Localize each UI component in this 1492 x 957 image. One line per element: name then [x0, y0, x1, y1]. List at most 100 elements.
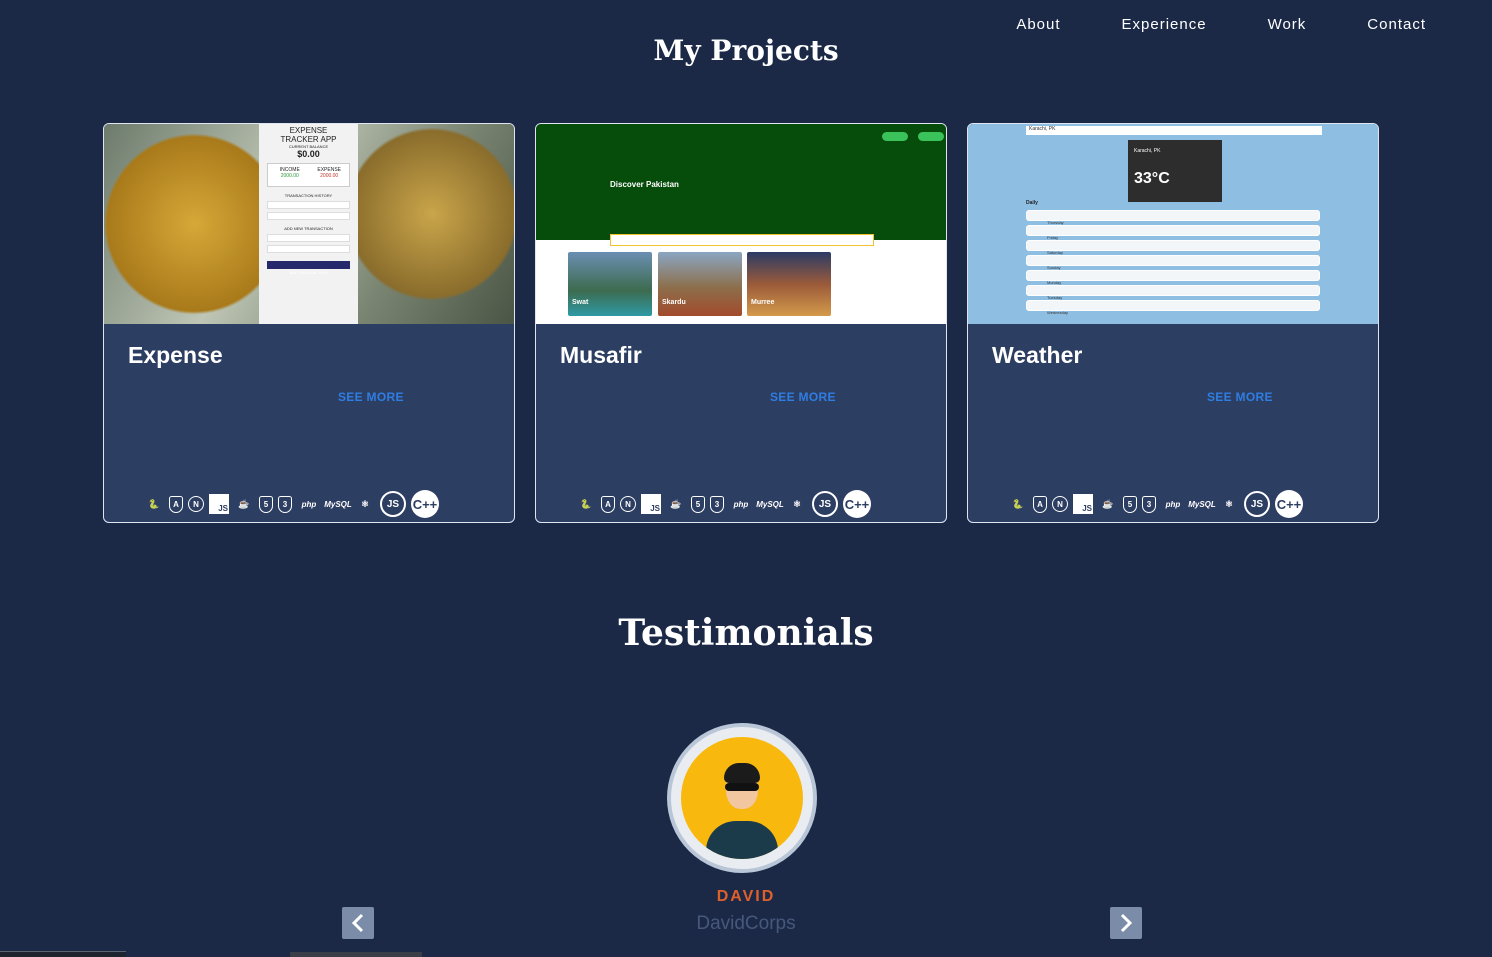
musafir-headline: Discover Pakistan [610, 180, 679, 189]
expense-balance: $0.00 [297, 149, 320, 159]
js-icon: JS [1073, 494, 1093, 514]
expense-income-value: 2000.00 [280, 173, 299, 179]
musafir-places-preview: Swat Skardu Murree [536, 240, 946, 324]
weather-day-label: Wednesday [1047, 310, 1069, 315]
expense-history-row [267, 201, 350, 209]
card-title: Musafir [560, 342, 642, 368]
nodejs-icon: JS [812, 491, 838, 517]
mysql-icon: MySQL [324, 499, 352, 509]
see-more-link[interactable]: SEE MORE [338, 390, 404, 404]
expense-input-row [267, 234, 350, 242]
testimonial-avatar [667, 723, 817, 873]
nav-about[interactable]: About [1016, 16, 1060, 33]
react-icon: ⚛ [1224, 498, 1234, 509]
musafir-register-pill [882, 132, 908, 141]
nav-work[interactable]: Work [1268, 16, 1307, 33]
weather-search-preview: Karachi, PK [1026, 126, 1322, 135]
js-icon: JS [641, 494, 661, 514]
python-icon: 🐍 [148, 498, 160, 509]
avatar-image [681, 737, 803, 859]
nodejs-icon: JS [380, 491, 406, 517]
java-icon: ☕ [1102, 498, 1114, 509]
card-title: Weather [992, 342, 1083, 368]
prev-testimonial-button[interactable] [342, 907, 374, 939]
tech-icons: 🐍 A N JS ☕ 5 3 php MySQL ⚛ JS C++ [1008, 490, 1303, 518]
weather-search-text: Karachi, PK [1029, 126, 1056, 132]
weather-city: Karachi, PK [1134, 148, 1161, 154]
expense-add-button-preview: ADD TRANSACTION [267, 261, 350, 275]
weather-thumbnail: Karachi, PK Karachi, PK 33°C Daily Thurs… [968, 124, 1378, 324]
chevron-right-icon [1120, 913, 1133, 933]
tech-icons: 🐍 A N JS ☕ 5 3 php MySQL ⚛ JS C++ [576, 490, 871, 518]
java-icon: ☕ [238, 498, 250, 509]
expense-add-button-label: ADD TRANSACTION [289, 270, 328, 275]
testimonials-title: Testimonials [618, 612, 874, 654]
expense-thumbnail: EXPENSE TRACKER APP CURRENT BALANCE $0.0… [104, 124, 514, 324]
cpp-icon: C++ [411, 490, 439, 518]
react-icon: ⚛ [792, 498, 802, 509]
chevron-left-icon [351, 913, 364, 933]
python-icon: 🐍 [1012, 498, 1024, 509]
weather-day-row: Wednesday [1026, 300, 1320, 315]
php-icon: php [1165, 499, 1181, 509]
weather-daily-label: Daily [1026, 200, 1038, 206]
mysql-icon: MySQL [1188, 499, 1216, 509]
see-more-link[interactable]: SEE MORE [770, 390, 836, 404]
see-more-link[interactable]: SEE MORE [1207, 390, 1273, 404]
projects-title: My Projects [653, 34, 839, 67]
weather-day-row: Friday [1026, 225, 1320, 240]
project-card-weather: Karachi, PK Karachi, PK 33°C Daily Thurs… [967, 123, 1379, 523]
css3-icon: 3 [710, 495, 724, 513]
next-testimonial-button[interactable] [1110, 907, 1142, 939]
avatar-hair [724, 763, 760, 783]
expense-input-row [267, 245, 350, 253]
nextjs-icon: N [620, 496, 636, 512]
expense-app-title-1: EXPENSE [289, 126, 328, 135]
nextjs-icon: N [1052, 496, 1068, 512]
cpp-icon: C++ [1275, 490, 1303, 518]
html5-icon: 5 [259, 495, 273, 513]
musafir-hero-preview: Discover Pakistan [536, 124, 946, 240]
js-icon: JS [209, 494, 229, 514]
project-cards: EXPENSE TRACKER APP CURRENT BALANCE $0.0… [103, 123, 1379, 523]
cpp-icon: C++ [843, 490, 871, 518]
expense-add-label: ADD NEW TRANSACTION [284, 226, 333, 231]
place-swat: Swat [568, 252, 652, 316]
horizontal-scrollbar[interactable] [290, 952, 422, 957]
react-icon: ⚛ [360, 498, 370, 509]
php-icon: php [301, 499, 317, 509]
weather-temperature: 33°C [1134, 170, 1170, 187]
testimonial-name: DAVID [716, 888, 776, 905]
nav-experience[interactable]: Experience [1122, 16, 1207, 33]
nextjs-icon: N [188, 496, 204, 512]
avatar-body [706, 821, 778, 859]
expense-expense-value: 2000.00 [320, 173, 339, 179]
php-icon: php [733, 499, 749, 509]
project-card-expense: EXPENSE TRACKER APP CURRENT BALANCE $0.0… [103, 123, 515, 523]
musafir-thumbnail: Discover Pakistan Swat Skardu Murree [536, 124, 946, 324]
place-label: Murree [751, 299, 775, 306]
expense-history-label: TRANSACTION HISTORY [284, 193, 333, 198]
nodejs-icon: JS [1244, 491, 1270, 517]
html5-icon: 5 [1123, 495, 1137, 513]
card-title: Expense [128, 342, 223, 368]
expense-app-preview: EXPENSE TRACKER APP CURRENT BALANCE $0.0… [259, 124, 358, 324]
mysql-icon: MySQL [756, 499, 784, 509]
css3-icon: 3 [278, 495, 292, 513]
musafir-search-bar-preview [610, 234, 874, 246]
angular-icon: A [169, 495, 183, 513]
nav-contact[interactable]: Contact [1367, 16, 1426, 33]
place-murree: Murree [747, 252, 831, 316]
musafir-login-pill [918, 132, 944, 141]
weather-current-box: Karachi, PK 33°C [1128, 140, 1222, 202]
weather-day-row: Saturday [1026, 240, 1320, 255]
place-label: Skardu [662, 299, 686, 306]
java-icon: ☕ [670, 498, 682, 509]
weather-day-row: Tuesday [1026, 285, 1320, 300]
weather-day-row: Thursday [1026, 210, 1320, 225]
html5-icon: 5 [691, 495, 705, 513]
place-skardu: Skardu [658, 252, 742, 316]
weather-day-row: Sunday [1026, 255, 1320, 270]
expense-income-box: INCOME 2000.00 EXPENSE 2000.00 [267, 163, 350, 187]
expense-app-title-2: TRACKER APP [280, 135, 337, 144]
